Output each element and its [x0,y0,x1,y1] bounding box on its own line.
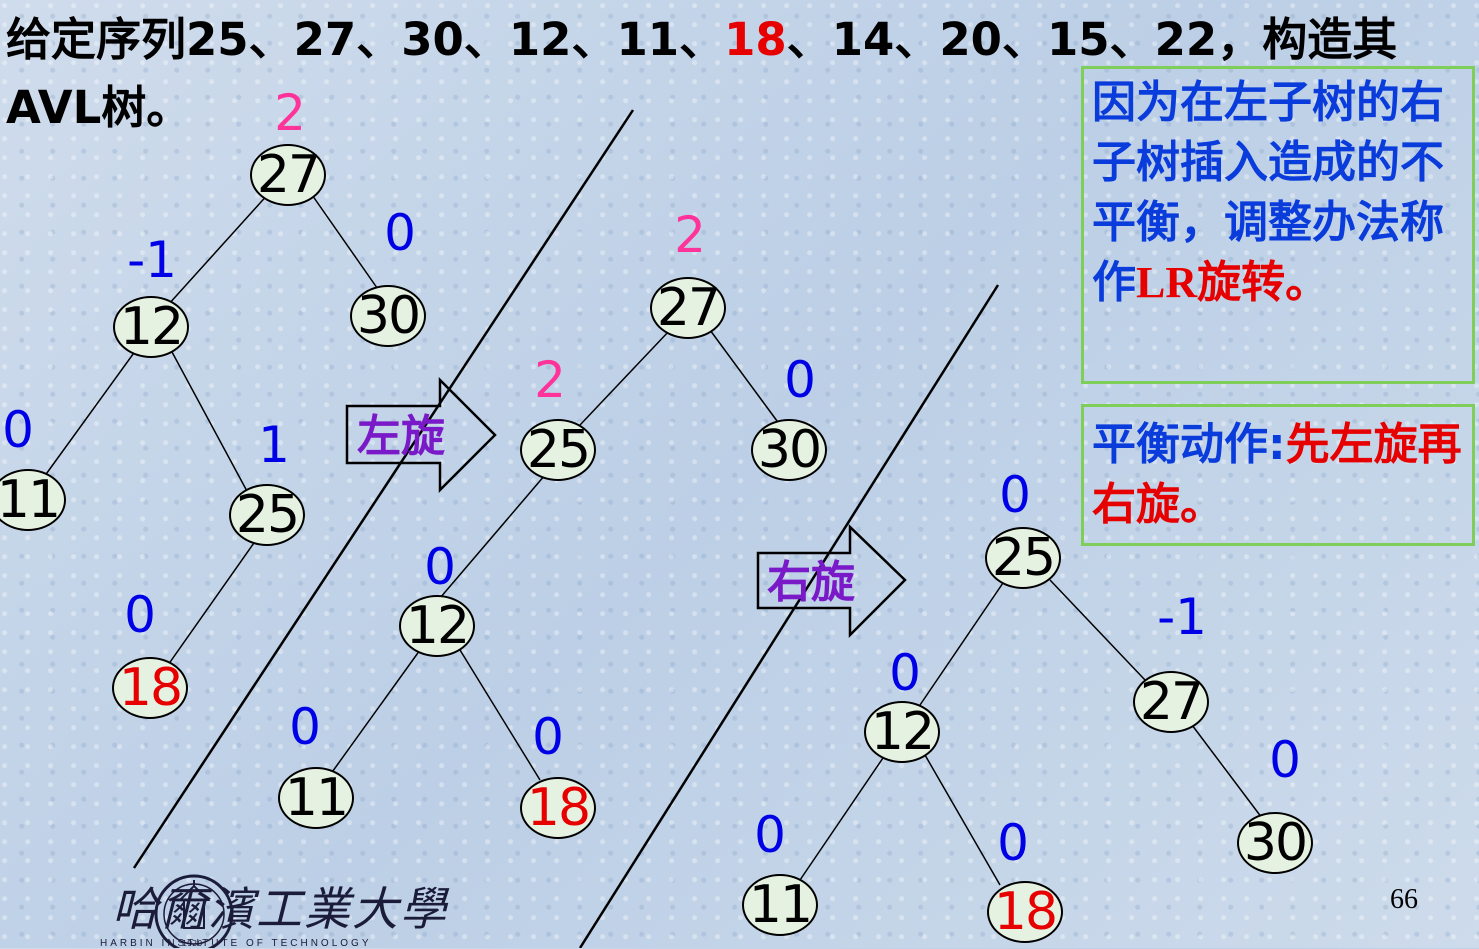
edge-t2-27-30 [709,329,781,426]
node-t1-27: 27 [250,144,326,206]
edge-t1-25-18 [167,539,257,666]
bf-t1-27: 2 [274,84,306,142]
edge-t3-12-18 [924,754,1001,886]
right-rotate-label: 右旋 [767,557,855,608]
explanation-box: 因为在左子树的右子树插入造成的不平衡，调整办法称作LR旋转。 [1081,66,1475,384]
action-label: 平衡动作: [1092,419,1286,470]
node-t2-30: 30 [751,419,827,481]
edge-t1-12-11 [43,349,137,478]
node-t3-18: 18 [987,881,1063,943]
edge-t3-25-27 [1049,579,1146,681]
explanation-term: LR [1136,258,1198,307]
node-t3-27: 27 [1133,671,1209,733]
action-box: 平衡动作:先左旋再右旋。 [1081,404,1475,546]
bf-t2-27: 2 [674,206,706,264]
university-subtitle: HARBIN INSTITUTE OF TECHNOLOGY [100,938,372,949]
bf-t2-25: 2 [534,351,566,409]
node-t2-12: 12 [399,595,475,657]
edge-t2-12-18 [459,649,541,781]
bf-t3-25: 0 [999,466,1031,524]
node-t2-25: 25 [520,419,596,481]
node-t1-11: 11 [0,469,66,531]
bf-t3-27: -1 [1157,588,1207,646]
explanation-tail: 转。 [1241,257,1330,308]
node-t1-18: 18 [112,657,188,719]
edge-t1-12-25 [171,351,249,494]
node-t3-30: 30 [1237,812,1313,874]
bf-t1-11: 0 [2,401,34,459]
edge-t2-12-11 [329,649,421,776]
edge-t1-27-30 [309,191,383,296]
node-t1-25: 25 [229,484,305,546]
bf-t3-11: 0 [754,806,786,864]
page-number: 66 [1390,884,1418,915]
edge-t3-25-12 [919,579,1006,706]
node-t3-12: 12 [864,701,940,763]
node-t1-12: 12 [113,296,189,358]
node-t2-27: 27 [650,277,726,339]
explanation-term-tail: 旋 [1197,257,1242,308]
bf-t1-18: 0 [124,586,156,644]
node-t3-25: 25 [985,527,1061,589]
bf-t2-18: 0 [532,708,564,766]
bf-t3-30: 0 [1269,731,1301,789]
bf-t3-12: 0 [889,644,921,702]
node-t2-11: 11 [278,767,354,829]
left-rotate-label: 左旋 [357,411,445,462]
bf-t3-18: 0 [997,814,1029,872]
bf-t2-11: 0 [289,698,321,756]
bf-t2-30: 0 [784,351,816,409]
university-name: 哈爾濱工業大學 [112,882,448,936]
bf-t1-12: -1 [127,231,177,289]
bf-t2-12: 0 [424,538,456,596]
edge-t3-27-30 [1191,724,1263,819]
node-t2-18: 18 [520,777,596,839]
edge-t2-27-25 [579,329,671,426]
bf-t1-25: 1 [258,416,290,474]
node-t1-30: 30 [350,285,426,347]
edge-t3-12-11 [799,754,886,881]
node-t3-11: 11 [742,874,818,936]
bf-t1-30: 0 [384,204,416,262]
edge-t1-27-12 [167,191,271,306]
